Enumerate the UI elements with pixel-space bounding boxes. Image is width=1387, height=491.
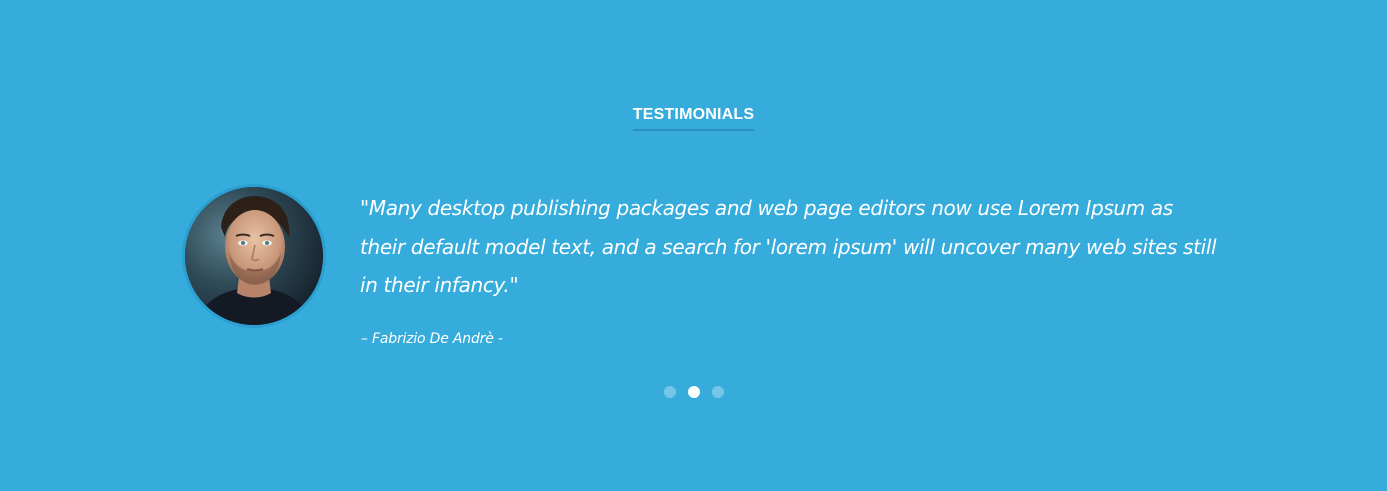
person-portrait-photo bbox=[185, 187, 323, 325]
carousel-dot[interactable] bbox=[711, 386, 724, 398]
avatar bbox=[182, 184, 326, 328]
testimonials-section: TESTIMONIALS "Many desktop publishing pa… bbox=[0, 0, 1387, 491]
carousel-pagination bbox=[0, 386, 1387, 398]
testimonial-author: – Fabrizio De Andrè - bbox=[361, 331, 503, 347]
carousel-dot-active[interactable] bbox=[687, 386, 700, 398]
carousel-dot[interactable] bbox=[663, 386, 676, 398]
section-heading-wrapper: TESTIMONIALS bbox=[0, 104, 1387, 131]
testimonial-quote: "Many desktop publishing packages and we… bbox=[360, 196, 1217, 297]
section-heading: TESTIMONIALS bbox=[632, 106, 755, 131]
